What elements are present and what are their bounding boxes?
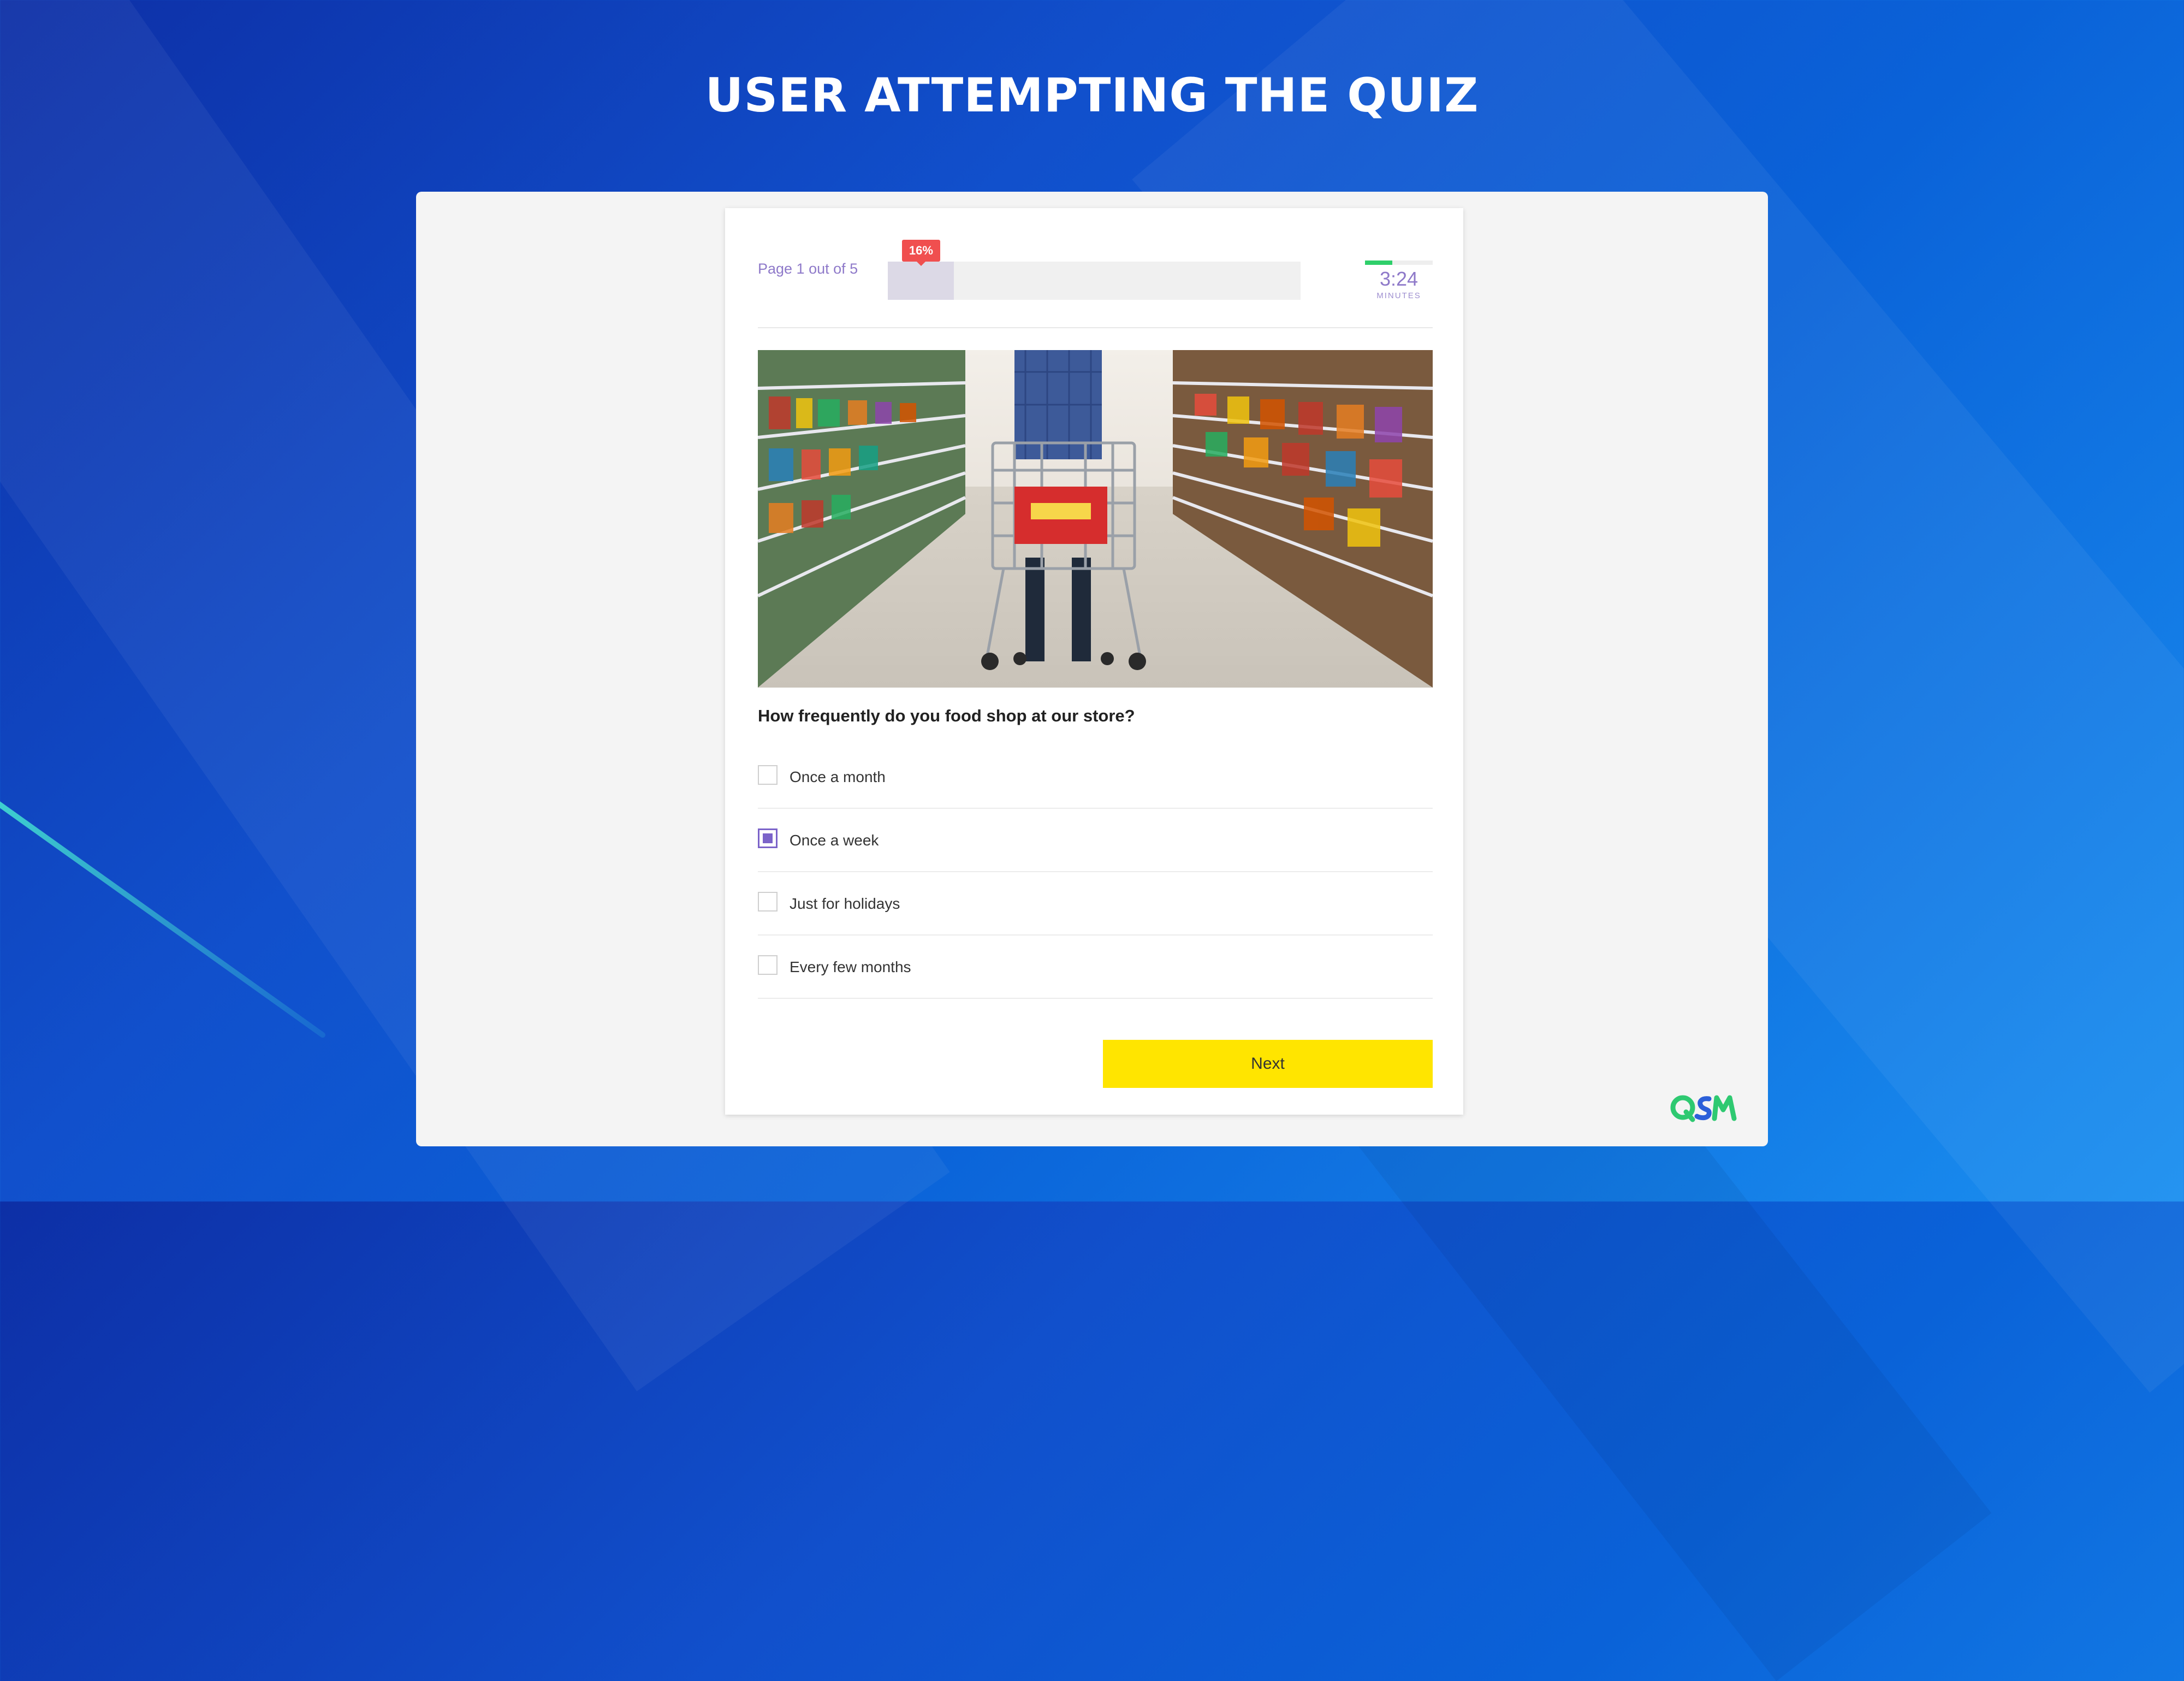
timer-bar: [1365, 261, 1433, 265]
answer-option-label: Once a week: [790, 832, 879, 849]
answer-option-label: Every few months: [790, 958, 911, 975]
timer-bar-fill: [1365, 261, 1392, 265]
shopping-cart-aisle-photo: [758, 350, 1433, 688]
progress-percent-badge: 16%: [901, 240, 940, 266]
answer-option[interactable]: Just for holidays: [758, 872, 1433, 936]
answer-option[interactable]: Once a week: [758, 809, 1433, 872]
answer-option[interactable]: Once a month: [758, 745, 1433, 809]
answer-options: Once a month Once a week Just for holida…: [758, 745, 1433, 999]
question-text: How frequently do you food shop at our s…: [758, 706, 1135, 725]
page-title: USER ATTEMPTING THE QUIZ: [705, 68, 1479, 123]
checkbox[interactable]: [758, 828, 778, 848]
qsm-logo-icon: [1670, 1092, 1737, 1123]
timer-value: 3:24: [1379, 268, 1419, 290]
checkbox[interactable]: [758, 765, 778, 785]
answer-option[interactable]: Every few months: [758, 936, 1433, 999]
checkbox[interactable]: [758, 955, 778, 975]
question-image: [758, 350, 1433, 688]
answer-option-label: Once a month: [790, 768, 886, 785]
timer: 3:24 MINUTES: [1365, 261, 1433, 300]
answer-option-label: Just for holidays: [790, 895, 900, 912]
quiz-card: Page 1 out of 5 16% 3:24 MINUTES How fre…: [725, 208, 1463, 1115]
page-indicator: Page 1 out of 5: [758, 261, 858, 277]
progress-bar-fill: [888, 262, 954, 300]
background-light-streak: [0, 786, 327, 1039]
next-button[interactable]: Next: [1103, 1040, 1433, 1088]
progress-bar: [888, 262, 1301, 300]
timer-unit: MINUTES: [1376, 291, 1421, 300]
header-divider: [758, 327, 1433, 328]
checkbox[interactable]: [758, 892, 778, 911]
